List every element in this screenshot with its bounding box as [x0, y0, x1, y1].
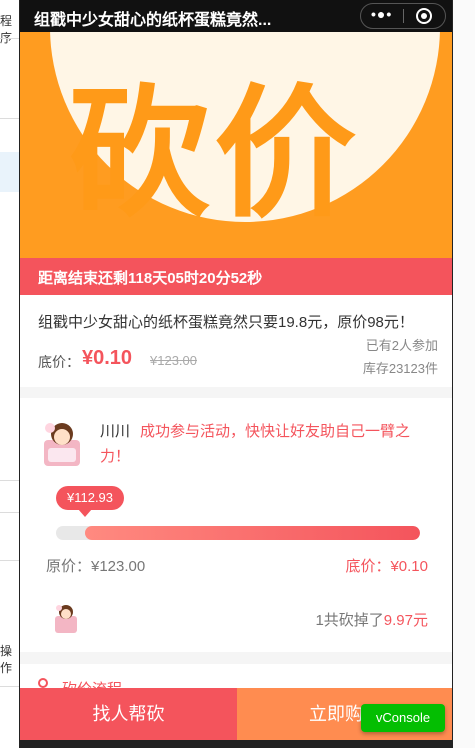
product-description: 组戳中少女甜心的纸杯蛋糕竟然只要19.8元，原价98元！ — [38, 314, 414, 331]
participants-count: 已有2人参加 — [365, 338, 438, 353]
message-line: 力！ — [100, 448, 131, 465]
divider — [0, 38, 19, 39]
background-page-right — [453, 0, 475, 748]
current-price-bubble: ¥112.93 — [56, 486, 124, 517]
floor-price-label: 底价： — [38, 354, 80, 370]
product-info: 组戳中少女甜心的纸杯蛋糕竟然只要19.8元，原价98元！ 底价： ¥0.10 ¥… — [20, 295, 452, 387]
stock-count: 库存23123件 — [362, 361, 438, 376]
find-helper-button[interactable]: 找人帮砍 — [20, 688, 237, 740]
navigation-bar: 组戳中少女甜心的纸杯蛋糕竟然... •●• — [20, 0, 452, 32]
success-message: 成功参与活动，快快让好友助自己一臂之 力！ — [100, 419, 430, 465]
capsule-divider — [403, 9, 404, 23]
original-price: ¥123.00 — [150, 353, 197, 368]
floor-price-label: 底价：¥0.10 — [345, 558, 428, 575]
process-icon — [38, 678, 48, 688]
cut-amount-summary: 1共砍掉了9.97元 — [315, 609, 428, 630]
bargain-progress-track — [56, 526, 420, 540]
background-text-fragment: 操作 — [0, 644, 13, 675]
page-title: 组戳中少女甜心的纸杯蛋糕竟然... — [34, 12, 272, 29]
product-banner: 砍价 — [20, 32, 452, 258]
countdown-bar: 距离结束还剩118天05时20分52秒 — [20, 258, 452, 295]
selected-row — [0, 152, 19, 192]
floor-price-value: ¥0.10 — [82, 347, 133, 369]
divider — [0, 560, 19, 561]
cut-amount: 9.97元 — [383, 612, 428, 629]
more-dots-icon[interactable]: •●• — [371, 6, 392, 22]
background-page: 程序 操作 — [0, 0, 19, 748]
menu-capsule[interactable]: •●• — [360, 3, 446, 29]
vconsole-button[interactable]: vConsole — [361, 704, 445, 732]
close-miniprogram-icon[interactable] — [416, 8, 432, 24]
original-price-label: 原价：¥123.00 — [46, 558, 146, 575]
divider — [0, 118, 19, 119]
divider — [0, 686, 19, 687]
background-text-fragment: 程序 — [0, 14, 13, 45]
countdown-text: 距离结束还剩118天05时20分52秒 — [38, 270, 263, 287]
divider — [0, 512, 19, 513]
username: 川川 — [100, 423, 131, 440]
message-line: 成功参与活动，快快让好友助自己一臂之 — [140, 423, 411, 440]
phone-screen: 组戳中少女甜心的纸杯蛋糕竟然... •●• 砍价 距离结束还剩118天05时20… — [19, 0, 453, 748]
cut-prefix: 1共砍掉了 — [315, 612, 384, 629]
divider — [0, 480, 19, 481]
bottom-strip — [20, 740, 452, 748]
helper-avatar — [55, 605, 77, 633]
bargain-logo: 砍价 — [68, 72, 360, 237]
bargain-card: 川川 成功参与活动，快快让好友助自己一臂之 力！ ¥112.93 原价：¥123… — [20, 398, 452, 652]
bargain-progress-fill — [85, 526, 420, 540]
user-avatar — [44, 423, 80, 466]
buy-now-label: 立即购 — [309, 704, 363, 724]
